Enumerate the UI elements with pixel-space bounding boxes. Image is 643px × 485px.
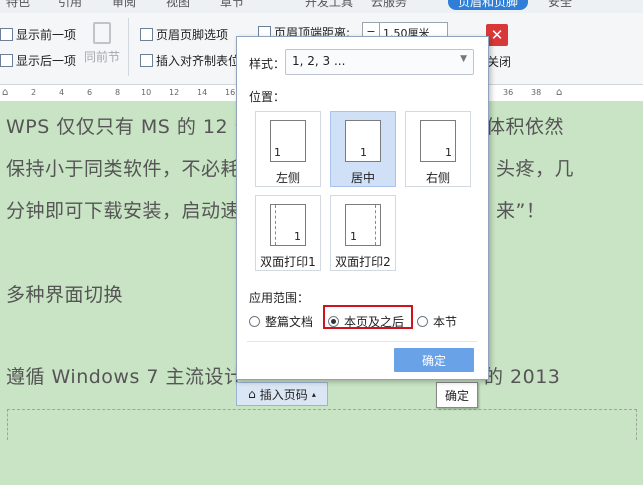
doc-line-1a: WPS 仅仅只有 MS 的 12 分 xyxy=(6,116,255,138)
position-right-label: 右侧 xyxy=(425,171,450,185)
ruler-tick: 2 xyxy=(31,88,37,97)
margin-guide xyxy=(375,205,376,245)
ruler-tick: 6 xyxy=(87,88,93,97)
insert-align-tab-label: 插入对齐制表位 xyxy=(156,54,241,68)
show-prev-label: 显示前一项 xyxy=(16,28,77,42)
position-duplex-2[interactable]: 1 双面打印2 xyxy=(330,195,396,271)
tab-header-footer[interactable]: 页眉和页脚 xyxy=(448,0,529,10)
dropdown-arrow-icon: ▴ xyxy=(311,389,316,399)
tooltip: 确定 xyxy=(436,382,478,408)
position-right[interactable]: 1 右侧 xyxy=(405,111,471,187)
show-prev-button[interactable]: 显示前一项 xyxy=(0,26,76,43)
same-as-prev-label: 同前节 xyxy=(84,50,121,64)
tab-special[interactable]: 特色 xyxy=(6,0,30,10)
position-label: 位置： xyxy=(249,90,286,104)
margin-guide xyxy=(275,205,276,245)
tab-view[interactable]: 视图 xyxy=(166,0,190,10)
doc-line-3a: 分钟即可下载安装，启动速度 xyxy=(6,200,260,222)
right-indent-marker-icon[interactable]: ⌂ xyxy=(556,87,562,98)
insert-page-number-button[interactable]: ⌂ 插入页码 ▴ xyxy=(236,382,328,406)
dialog-divider xyxy=(247,341,477,342)
ribbon-separator xyxy=(128,18,129,76)
page-number-mark: 1 xyxy=(274,146,281,159)
position-center[interactable]: 1 居中 xyxy=(330,111,396,187)
tab-references[interactable]: 引用 xyxy=(58,0,82,10)
style-label: 样式： xyxy=(249,57,286,71)
show-next-label: 显示后一项 xyxy=(16,54,77,68)
tab-security[interactable]: 安全 xyxy=(548,0,572,10)
doc-line-3b: 来”！ xyxy=(496,200,546,222)
ruler-tick: 16 xyxy=(225,88,236,97)
position-left[interactable]: 1 左侧 xyxy=(255,111,321,187)
chevron-down-icon: ▼ xyxy=(460,54,467,64)
page-number-mark: 1 xyxy=(445,146,452,159)
position-duplex-2-label: 双面打印2 xyxy=(335,255,391,269)
page-preview-icon: 1 xyxy=(420,120,456,162)
doc-line-5a: 遵循 Windows 7 主流设计 xyxy=(6,366,244,388)
show-next-button[interactable]: 显示后一项 xyxy=(0,52,76,69)
page-preview-icon: 1 xyxy=(270,204,306,246)
show-next-icon xyxy=(0,54,13,67)
style-value: 1, 2, 3 ... xyxy=(292,54,346,68)
scope-label: 应用范围： xyxy=(249,291,310,305)
insert-align-tab-icon xyxy=(140,54,153,67)
tab-developer[interactable]: 开发工具 xyxy=(305,0,353,10)
doc-line-2a: 保持小于同类软件，不必耗时 xyxy=(6,158,260,180)
insert-page-number-label: 插入页码 xyxy=(259,387,308,402)
insert-align-tab-button[interactable]: 插入对齐制表位 xyxy=(140,52,240,69)
position-duplex-1-label: 双面打印1 xyxy=(260,255,316,269)
footer-area[interactable] xyxy=(7,409,637,440)
ribbon-tabs: 特色 引用 审阅 视图 章节 开发工具 云服务 页眉和页脚 安全 xyxy=(0,0,643,13)
close-icon: ✕ xyxy=(490,26,504,44)
tab-section[interactable]: 章节 xyxy=(220,0,244,10)
close-header-footer-button[interactable]: ✕ xyxy=(486,24,508,46)
ruler-tick: 14 xyxy=(197,88,208,97)
indent-marker-icon[interactable]: ⌂ xyxy=(2,87,8,98)
scope-whole-document-radio[interactable]: 整篇文档 xyxy=(249,313,313,330)
hf-options-button[interactable]: 页眉页脚选项 xyxy=(140,26,228,43)
radio-icon xyxy=(417,316,428,327)
same-as-prev-button[interactable]: 同前节 xyxy=(84,22,120,65)
position-center-label: 居中 xyxy=(350,171,375,185)
page-number-mark: 1 xyxy=(350,230,357,243)
ruler-tick: 8 xyxy=(115,88,121,97)
page-preview-icon: 1 xyxy=(345,204,381,246)
tab-cloud[interactable]: 云服务 xyxy=(371,0,407,10)
doc-line-4: 多种界面切换 xyxy=(6,284,124,306)
radio-icon xyxy=(249,316,260,327)
close-label: 关闭 xyxy=(487,55,512,69)
position-duplex-1[interactable]: 1 双面打印1 xyxy=(255,195,321,271)
hf-options-icon xyxy=(140,28,153,41)
ruler-tick: 38 xyxy=(531,88,542,97)
page-preview-icon: 1 xyxy=(345,120,381,162)
page-number-icon: ⌂ xyxy=(248,387,256,401)
ruler-tick: 12 xyxy=(169,88,180,97)
page-number-mark: 1 xyxy=(360,146,367,159)
doc-line-1b: 体积依然 xyxy=(486,116,565,138)
highlight-box xyxy=(323,305,413,329)
style-select[interactable]: 1, 2, 3 ... ▼ xyxy=(285,49,474,75)
scope-this-section-radio[interactable]: 本节 xyxy=(417,313,457,330)
ok-button[interactable]: 确定 xyxy=(394,348,474,372)
page-number-dialog: 样式： 1, 2, 3 ... ▼ 位置： 1 左侧 1 居中 1 右侧 1 双… xyxy=(236,36,489,380)
scope-this-section-label: 本节 xyxy=(433,315,458,329)
ruler-tick: 4 xyxy=(59,88,65,97)
ruler-tick: 10 xyxy=(141,88,152,97)
ruler-tick: 36 xyxy=(503,88,514,97)
same-as-prev-icon xyxy=(93,22,111,44)
show-prev-icon xyxy=(0,28,13,41)
hf-options-label: 页眉页脚选项 xyxy=(156,28,229,42)
doc-line-5b: 的 2013 xyxy=(484,366,561,388)
tab-review[interactable]: 审阅 xyxy=(112,0,136,10)
scope-whole-document-label: 整篇文档 xyxy=(265,315,314,329)
doc-line-2b: 头疼，几 xyxy=(496,158,575,180)
page-preview-icon: 1 xyxy=(270,120,306,162)
page-number-mark: 1 xyxy=(294,230,301,243)
position-left-label: 左侧 xyxy=(275,171,300,185)
